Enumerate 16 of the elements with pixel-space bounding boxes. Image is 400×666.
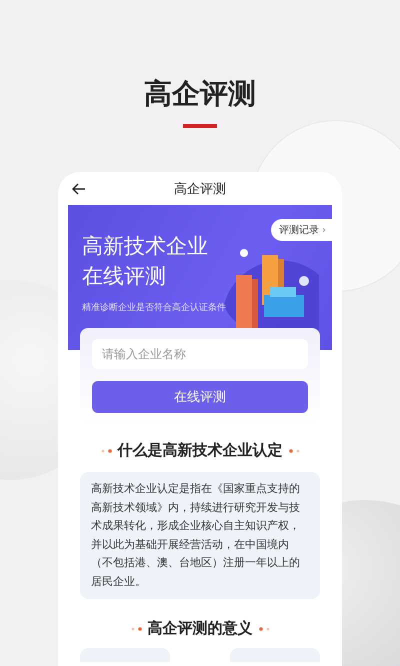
banner-subtitle: 精准诊断企业是否符合高企认证条件 xyxy=(82,302,226,314)
dots-icon xyxy=(258,626,270,630)
back-arrow-icon[interactable] xyxy=(72,182,86,194)
section-heading: 高企评测的意义 xyxy=(148,619,252,638)
record-button[interactable]: 评测记录 › xyxy=(270,219,332,241)
dots-icon xyxy=(100,448,112,452)
section-heading: 什么是高新技术企业认定 xyxy=(118,441,282,460)
dots-icon xyxy=(130,626,142,630)
company-name-field[interactable]: 请输入企业名称 xyxy=(92,339,308,369)
title-underline xyxy=(183,124,217,128)
evaluate-button[interactable]: 在线评测 xyxy=(92,381,308,413)
screen-title: 高企评测 xyxy=(174,180,226,198)
page-title: 高企评测 xyxy=(144,76,256,112)
definition-paragraph: 高新技术企业认定是指在《国家重点支持的高新技术领域》内，持续进行研究开发与技术成果转化，形成企业核心自主知识产权，并以此为基础开展经营活动，在中国境内（不包括港、澳、台地区）注册一年以上的居民企业。 xyxy=(80,472,320,599)
dots-icon xyxy=(288,448,300,452)
banner-title: 高新技术企业 在线评测 xyxy=(82,233,209,290)
